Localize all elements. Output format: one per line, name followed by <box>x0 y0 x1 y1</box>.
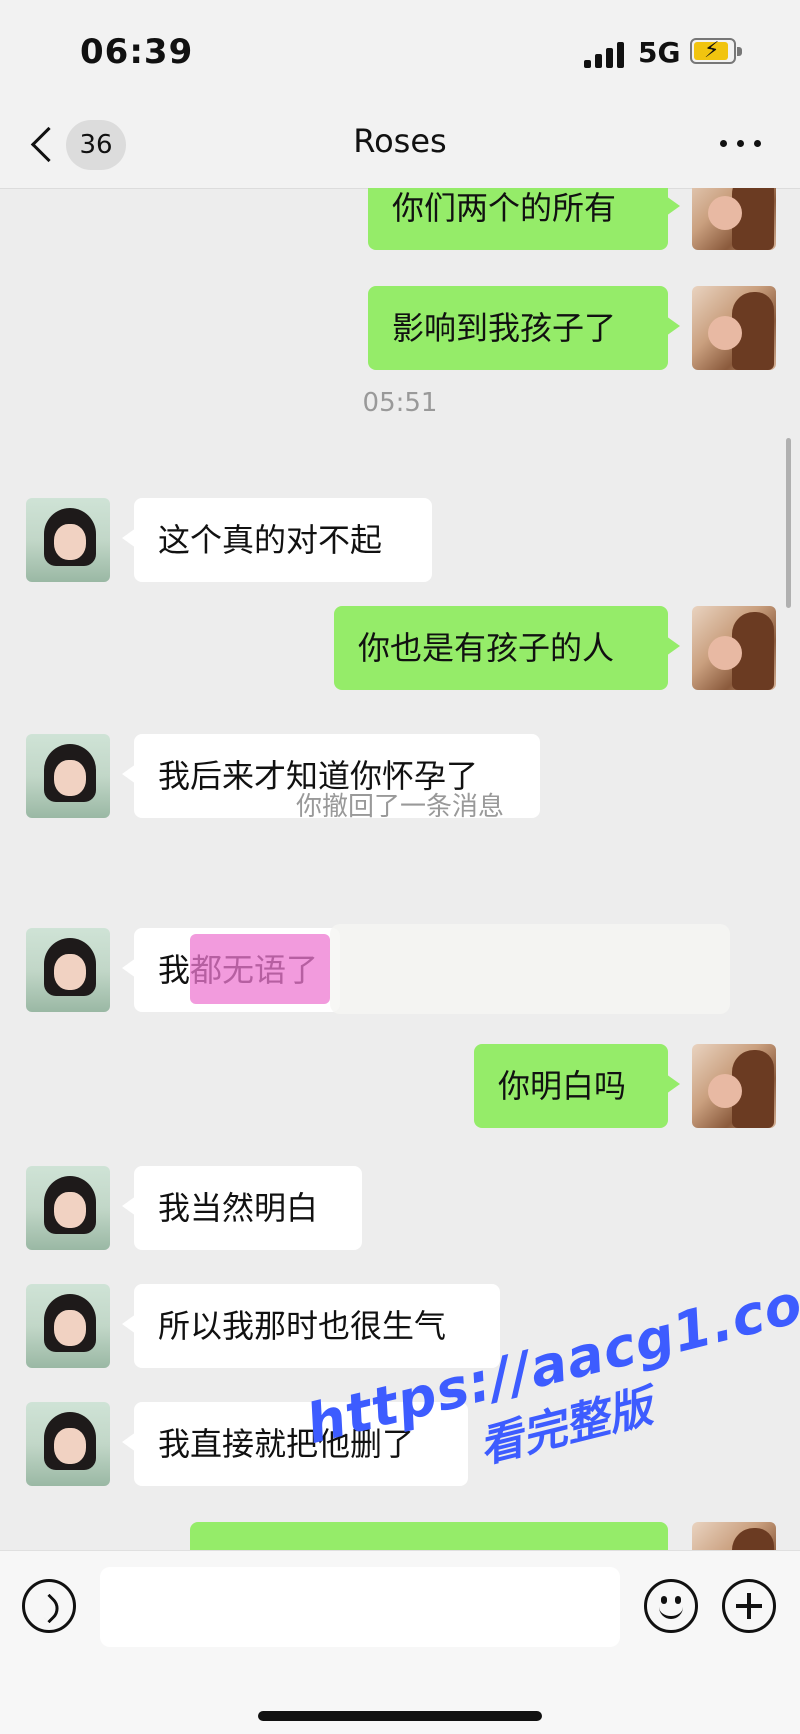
my-avatar[interactable] <box>692 1044 776 1128</box>
more-options-button[interactable] <box>716 130 766 160</box>
contact-avatar[interactable] <box>26 1166 110 1250</box>
my-avatar[interactable] <box>692 188 776 250</box>
blurred-overlay <box>330 924 730 1014</box>
home-indicator[interactable] <box>258 1711 542 1721</box>
more-functions-button[interactable] <box>722 1579 776 1633</box>
contact-message-bubble[interactable]: 所以我那时也很生气 <box>122 1284 500 1368</box>
back-button[interactable]: 36 <box>28 120 148 172</box>
sticker-overlay <box>190 934 330 1004</box>
my-message-bubble[interactable]: 你也是有孩子的人 <box>334 606 680 690</box>
contact-avatar[interactable] <box>26 1402 110 1486</box>
my-avatar[interactable] <box>692 1522 776 1550</box>
smile-icon <box>659 1604 683 1619</box>
contact-message-bubble[interactable]: 我当然明白 <box>122 1166 362 1250</box>
recall-notice: 你撤回了一条消息 <box>295 792 504 822</box>
contact-avatar[interactable] <box>26 498 110 582</box>
chat-title: Roses <box>353 122 447 160</box>
scrollbar[interactable] <box>786 438 791 608</box>
my-avatar[interactable] <box>692 286 776 370</box>
my-message-bubble[interactable]: 影响到我孩子了 <box>368 286 680 370</box>
message-input[interactable] <box>100 1567 620 1647</box>
voice-input-button[interactable] <box>22 1579 76 1633</box>
contact-message-bubble[interactable]: 这个真的对不起 <box>122 498 432 582</box>
emoji-button[interactable] <box>644 1579 698 1633</box>
contact-avatar[interactable] <box>26 1284 110 1368</box>
message-timestamp: 05:51 <box>362 388 438 418</box>
my-avatar[interactable] <box>692 606 776 690</box>
chat-messages[interactable]: 你们两个的所有 影响到我孩子了 05:51 这个真的对不起 你也是有孩子的人 我… <box>0 188 800 1550</box>
my-message-bubble[interactable]: 你明白吗 <box>474 1044 680 1128</box>
my-message-bubble[interactable]: 你们两个的所有 <box>368 188 680 250</box>
input-bar <box>0 1550 800 1734</box>
unread-badge: 36 <box>66 120 126 170</box>
chevron-left-icon <box>30 126 67 163</box>
voice-icon <box>34 1593 65 1624</box>
status-bar: 06:39 5G ⚡ <box>0 0 800 100</box>
battery-charging-icon: ⚡ <box>690 38 742 64</box>
contact-message-bubble[interactable]: 我直接就把他删了 <box>122 1402 468 1486</box>
network-type: 5G <box>638 36 681 69</box>
signal-icon <box>584 40 628 68</box>
contact-avatar[interactable] <box>26 928 110 1012</box>
status-time: 06:39 <box>80 32 194 72</box>
my-message-bubble[interactable] <box>190 1522 668 1550</box>
chat-header: 36 Roses <box>0 100 800 189</box>
